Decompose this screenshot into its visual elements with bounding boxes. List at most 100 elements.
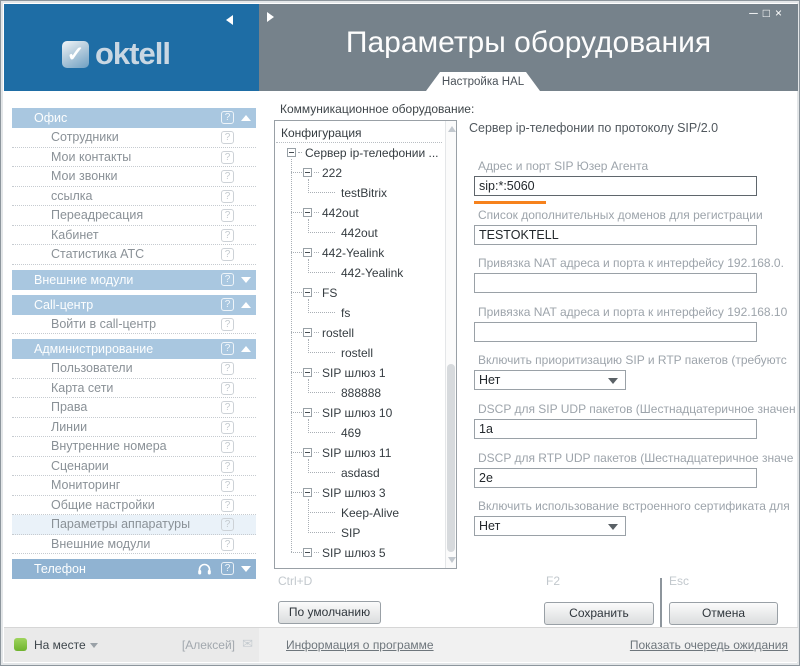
tree-node-label[interactable]: SIP: [341, 526, 360, 540]
tree-node[interactable]: asdasd: [275, 463, 445, 483]
tree-node[interactable]: 442out: [275, 223, 445, 243]
tree-node[interactable]: rostell: [275, 343, 445, 363]
mail-icon[interactable]: ✉: [242, 636, 253, 652]
sidebar-item[interactable]: Внешние модули?: [12, 535, 256, 555]
chevron-up-icon[interactable]: [241, 302, 251, 308]
tree-node[interactable]: SIP шлюз 10: [275, 403, 445, 423]
sidebar-item[interactable]: Войти в call-центр?: [12, 315, 256, 335]
help-icon[interactable]: ?: [221, 401, 234, 414]
tree-collapse-icon[interactable]: [303, 208, 312, 217]
tree-node-label[interactable]: rostell: [341, 346, 373, 360]
tree-node[interactable]: rostell: [275, 323, 445, 343]
help-icon[interactable]: ?: [221, 298, 234, 311]
tree-node[interactable]: SIP шлюз 1: [275, 363, 445, 383]
tree-node-label[interactable]: SIP шлюз 10: [322, 406, 392, 420]
tree-node-label[interactable]: SIP шлюз 3: [322, 486, 386, 500]
tree-node[interactable]: SIP: [275, 523, 445, 543]
help-icon[interactable]: ?: [221, 151, 234, 164]
help-icon[interactable]: ?: [221, 342, 234, 355]
show-queue-link[interactable]: Показать очередь ожидания: [630, 638, 788, 652]
help-icon[interactable]: ?: [221, 421, 234, 434]
tree-node-label[interactable]: asdasd: [341, 466, 380, 480]
save-button[interactable]: Сохранить: [544, 602, 654, 625]
help-icon[interactable]: ?: [221, 362, 234, 375]
help-icon[interactable]: ?: [221, 273, 234, 286]
tree-collapse-icon[interactable]: [303, 368, 312, 377]
tree-collapse-icon[interactable]: [303, 328, 312, 337]
cancel-button[interactable]: Отмена: [669, 602, 778, 625]
tree-collapse-icon[interactable]: [303, 448, 312, 457]
chevron-up-icon[interactable]: [241, 115, 251, 121]
sidebar-item[interactable]: Внутренние номера?: [12, 437, 256, 457]
help-icon[interactable]: ?: [221, 229, 234, 242]
minimize-button[interactable]: ─: [749, 6, 763, 20]
help-icon[interactable]: ?: [221, 170, 234, 183]
chevron-down-icon[interactable]: [608, 524, 618, 535]
help-icon[interactable]: ?: [221, 111, 234, 124]
help-icon[interactable]: ?: [221, 538, 234, 551]
help-icon[interactable]: ?: [221, 499, 234, 512]
tree-node[interactable]: Keep-Alive: [275, 503, 445, 523]
help-icon[interactable]: ?: [221, 479, 234, 492]
form-input[interactable]: [474, 322, 757, 342]
help-icon[interactable]: ?: [221, 460, 234, 473]
chevron-up-icon[interactable]: [241, 346, 251, 352]
tree-node[interactable]: 888888: [275, 383, 445, 403]
tree-collapse-icon[interactable]: [303, 548, 312, 557]
maximize-button[interactable]: □: [763, 6, 775, 20]
tree-node-label[interactable]: SIP шлюз 5: [322, 546, 386, 560]
sidebar-item[interactable]: Переадресация?: [12, 206, 256, 226]
scroll-down-icon[interactable]: [448, 557, 456, 563]
chevron-down-icon[interactable]: [241, 277, 251, 283]
help-icon[interactable]: ?: [221, 518, 234, 531]
default-button[interactable]: По умолчанию: [278, 601, 381, 624]
sidebar-section-header[interactable]: Администрирование?: [12, 339, 256, 359]
form-select[interactable]: Нет: [474, 516, 626, 536]
form-input[interactable]: TESTOKTELL: [474, 225, 757, 245]
tree-node-label[interactable]: rostell: [322, 326, 354, 340]
sidebar-section-header[interactable]: Телефон?: [12, 559, 256, 579]
sidebar-section-header[interactable]: Офис?: [12, 108, 256, 128]
sidebar-item[interactable]: Параметры аппаратуры?: [12, 515, 256, 535]
sidebar-item[interactable]: Статистика АТС?: [12, 245, 256, 265]
help-icon[interactable]: ?: [221, 209, 234, 222]
form-input[interactable]: 2e: [474, 468, 757, 488]
sidebar-item[interactable]: Пользователи?: [12, 359, 256, 379]
tree-node-label[interactable]: 222: [322, 166, 342, 180]
sidebar-item[interactable]: Сотрудники?: [12, 128, 256, 148]
tree-node[interactable]: SIP шлюз 11: [275, 443, 445, 463]
form-input[interactable]: 1a: [474, 419, 757, 439]
tree-node[interactable]: 442out: [275, 203, 445, 223]
tree-node[interactable]: 442-Yealink: [275, 263, 445, 283]
tree-node-label[interactable]: 442out: [322, 206, 359, 220]
chevron-down-icon[interactable]: [608, 378, 618, 389]
close-button[interactable]: ×: [775, 6, 787, 20]
tree-node[interactable]: Сервер ip-телефонии ...: [275, 143, 445, 163]
help-icon[interactable]: ?: [221, 440, 234, 453]
tree-node-label[interactable]: Конфигурация: [281, 126, 362, 140]
sidebar-item[interactable]: Кабинет?: [12, 226, 256, 246]
tree-scrollbar[interactable]: [445, 121, 456, 568]
help-icon[interactable]: ?: [221, 562, 234, 575]
program-info-link[interactable]: Информация о программе: [286, 638, 434, 652]
presence-selector[interactable]: На месте: [34, 638, 86, 652]
collapse-sidebar-icon[interactable]: [226, 15, 233, 25]
tree-node-label[interactable]: 442-Yealink: [341, 266, 403, 280]
tree-node-label[interactable]: testBitrix: [341, 186, 387, 200]
tree-node-label[interactable]: FS: [322, 286, 337, 300]
expand-panel-icon[interactable]: [267, 12, 274, 22]
tree-node-label[interactable]: 888888: [341, 386, 381, 400]
tree-node[interactable]: Конфигурация: [275, 123, 445, 143]
tree-node-label[interactable]: 469: [341, 426, 361, 440]
tree-node-label[interactable]: Keep-Alive: [341, 506, 399, 520]
sidebar-item[interactable]: Мои звонки?: [12, 167, 256, 187]
tree-collapse-icon[interactable]: [303, 248, 312, 257]
tree-node-label[interactable]: 442out: [341, 226, 378, 240]
scrollbar-thumb[interactable]: [447, 364, 455, 552]
sidebar-item[interactable]: Права?: [12, 398, 256, 418]
form-input[interactable]: sip:*:5060: [474, 176, 757, 196]
form-select[interactable]: Нет: [474, 370, 626, 390]
tree-node[interactable]: 469: [275, 423, 445, 443]
sidebar-item[interactable]: Карта сети?: [12, 379, 256, 399]
tree-collapse-icon[interactable]: [303, 288, 312, 297]
